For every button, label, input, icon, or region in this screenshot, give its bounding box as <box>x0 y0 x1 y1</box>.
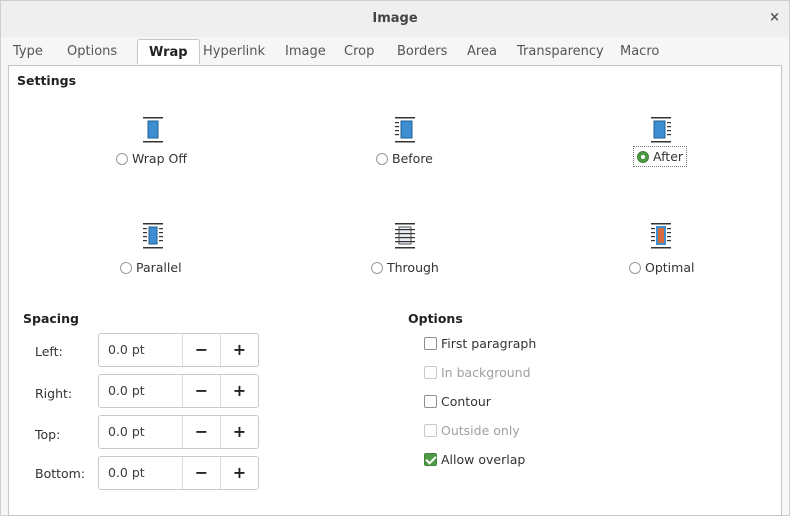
checkbox-allow-overlap-label: Allow overlap <box>441 452 526 467</box>
spacing-top-decrement-button[interactable]: − <box>183 416 221 448</box>
radio-after-indicator[interactable] <box>637 150 649 163</box>
spacing-left-label: Left: <box>35 344 63 359</box>
tab-bar: Type Options Wrap Hyperlink Image Crop B… <box>1 37 789 65</box>
radio-parallel-label: Parallel <box>136 260 182 275</box>
close-icon[interactable]: × <box>769 10 780 25</box>
wrap-through-icon[interactable] <box>393 222 417 250</box>
checkbox-in-background-box[interactable] <box>424 366 437 379</box>
radio-parallel-indicator[interactable] <box>120 261 132 274</box>
checkbox-first-paragraph-box[interactable] <box>424 337 437 350</box>
spacing-top-increment-button[interactable]: + <box>221 416 258 448</box>
tab-options[interactable]: Options <box>67 44 117 59</box>
tab-crop[interactable]: Crop <box>344 44 374 59</box>
radio-optimal[interactable]: Optimal <box>629 260 694 275</box>
checkbox-outside-only[interactable]: Outside only <box>424 423 520 438</box>
radio-wrap-off-indicator[interactable] <box>116 152 128 165</box>
checkbox-in-background-label: In background <box>441 365 531 380</box>
spacing-right-label: Right: <box>35 386 73 401</box>
spacing-top-label: Top: <box>35 427 61 442</box>
checkbox-in-background[interactable]: In background <box>424 365 531 380</box>
radio-optimal-indicator[interactable] <box>629 261 641 274</box>
wrap-before-icon[interactable] <box>393 116 417 144</box>
checkbox-first-paragraph-label: First paragraph <box>441 336 537 351</box>
wrap-optimal-icon[interactable] <box>649 222 673 250</box>
image-dialog: Image × Type Options Wrap Hyperlink Imag… <box>0 0 790 516</box>
radio-through-label: Through <box>387 260 439 275</box>
spacing-right-decrement-button[interactable]: − <box>183 375 221 407</box>
radio-wrap-off[interactable]: Wrap Off <box>116 151 187 166</box>
radio-wrap-off-label: Wrap Off <box>132 151 187 166</box>
checkbox-first-paragraph[interactable]: First paragraph <box>424 336 536 351</box>
radio-before-indicator[interactable] <box>376 152 388 165</box>
spacing-bottom-decrement-button[interactable]: − <box>183 457 221 489</box>
checkbox-contour-box[interactable] <box>424 395 437 408</box>
spacing-bottom-label: Bottom: <box>35 466 86 481</box>
radio-through[interactable]: Through <box>371 260 439 275</box>
radio-after[interactable]: After <box>633 146 688 167</box>
spacing-heading: Spacing <box>23 311 79 326</box>
wrap-after-icon[interactable] <box>649 116 673 144</box>
radio-after-label: After <box>653 149 684 164</box>
checkbox-contour[interactable]: Contour <box>424 394 491 409</box>
checkbox-allow-overlap[interactable]: Allow overlap <box>424 452 525 467</box>
tab-image[interactable]: Image <box>285 44 326 59</box>
wrap-parallel-icon[interactable] <box>141 222 165 250</box>
spacing-bottom-increment-button[interactable]: + <box>221 457 258 489</box>
spacing-right-spinbox: 0.0 pt − + <box>98 374 259 408</box>
spacing-top-spinbox: 0.0 pt − + <box>98 415 259 449</box>
checkbox-outside-only-label: Outside only <box>441 423 520 438</box>
spacing-left-increment-button[interactable]: + <box>221 334 258 366</box>
options-heading: Options <box>408 311 463 326</box>
checkbox-contour-label: Contour <box>441 394 491 409</box>
spacing-left-spinbox: 0.0 pt − + <box>98 333 259 367</box>
spacing-right-input[interactable]: 0.0 pt <box>99 375 183 407</box>
settings-heading: Settings <box>17 73 77 88</box>
radio-before-label: Before <box>392 151 433 166</box>
tab-type[interactable]: Type <box>13 44 43 59</box>
spacing-bottom-input[interactable]: 0.0 pt <box>99 457 183 489</box>
tab-borders[interactable]: Borders <box>397 44 447 59</box>
tab-wrap[interactable]: Wrap <box>137 39 200 64</box>
tab-transparency[interactable]: Transparency <box>517 44 604 59</box>
title-bar: Image × <box>1 1 789 37</box>
spacing-left-decrement-button[interactable]: − <box>183 334 221 366</box>
spacing-right-increment-button[interactable]: + <box>221 375 258 407</box>
spacing-top-input[interactable]: 0.0 pt <box>99 416 183 448</box>
wrap-off-icon[interactable] <box>141 116 165 144</box>
tab-hyperlink[interactable]: Hyperlink <box>203 44 265 59</box>
tab-macro[interactable]: Macro <box>620 44 659 59</box>
radio-optimal-label: Optimal <box>645 260 695 275</box>
radio-parallel[interactable]: Parallel <box>120 260 182 275</box>
spacing-bottom-spinbox: 0.0 pt − + <box>98 456 259 490</box>
checkbox-outside-only-box[interactable] <box>424 424 437 437</box>
wrap-panel: Settings Wrap Off Before After Parallel … <box>8 65 782 516</box>
checkbox-allow-overlap-box[interactable] <box>424 453 437 466</box>
radio-before[interactable]: Before <box>376 151 433 166</box>
spacing-left-input[interactable]: 0.0 pt <box>99 334 183 366</box>
dialog-title: Image <box>372 11 418 26</box>
radio-through-indicator[interactable] <box>371 261 383 274</box>
tab-area[interactable]: Area <box>467 44 497 59</box>
